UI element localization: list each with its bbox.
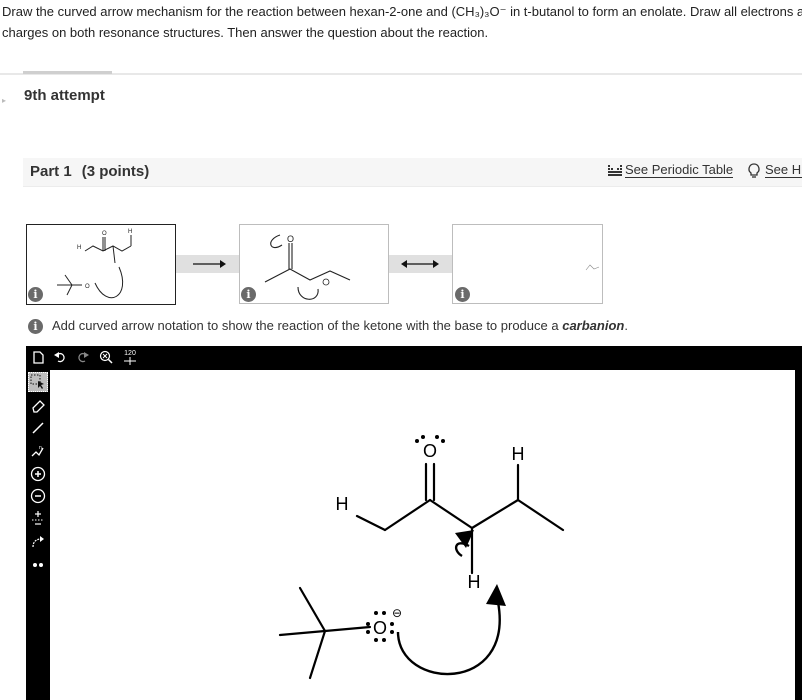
lone-pair-tool[interactable] — [28, 555, 48, 575]
svg-text:H: H — [128, 229, 132, 235]
step-2-thumbnail: O — [264, 234, 351, 300]
base-arrow-head — [486, 584, 506, 606]
bond-h-c1 — [355, 514, 387, 532]
negative-charge-label: ⊖ — [392, 606, 402, 620]
oxygen-label: O — [423, 441, 437, 461]
attempt-bullet-icon: ▸ — [2, 96, 7, 105]
hydrogen-top-label: H — [512, 444, 525, 464]
resonance-arrow-icon — [401, 260, 439, 268]
step-1-thumbnail: H O H O — [57, 229, 132, 299]
periodic-table-link[interactable]: See Periodic Table — [607, 162, 734, 178]
question-line-2: charges on both resonance structures. Th… — [2, 25, 489, 40]
drawing-canvas[interactable]: O H H H O ⊖ — [50, 368, 795, 700]
part-header: Part 1 (3 points) See Periodic Table See … — [23, 158, 802, 187]
lightbulb-icon — [748, 162, 760, 178]
template-tool[interactable]: 120 — [122, 348, 138, 366]
eraser-tool[interactable] — [28, 395, 48, 415]
svg-text:H: H — [77, 245, 81, 251]
editor-toolbar: 120 — [26, 346, 802, 368]
undo-icon[interactable] — [53, 348, 67, 366]
document-icon[interactable] — [31, 348, 45, 366]
instruction-suffix: . — [624, 318, 628, 333]
attempt-label[interactable]: 9th attempt — [24, 87, 105, 104]
step-3-thumbnail — [585, 264, 600, 271]
part-number: Part 1 — [30, 163, 72, 180]
svg-text:O: O — [287, 234, 294, 244]
svg-text:n: n — [39, 445, 42, 451]
molecule-drawing[interactable]: O H H H O ⊖ — [50, 370, 795, 700]
tbutyl-bond-3 — [308, 629, 327, 680]
charge-tool[interactable] — [28, 509, 48, 529]
forward-arrow-connector — [176, 255, 239, 273]
minus-circle-icon — [30, 488, 46, 504]
negative-charge-tool[interactable] — [28, 486, 48, 506]
mechanism-step-1[interactable]: H O H O — [26, 224, 176, 305]
curved-arrow-tool[interactable] — [28, 532, 48, 552]
step-2-info-icon[interactable]: i — [241, 287, 256, 302]
base-oxygen-label: O — [373, 618, 387, 638]
resonance-arrow-connector — [389, 255, 452, 273]
eraser-icon — [31, 399, 45, 413]
attempt-tab-underline — [23, 71, 112, 74]
ruler-icon — [124, 356, 136, 365]
part-title: Part 1 (3 points) — [30, 163, 149, 180]
svg-text:O: O — [85, 284, 90, 290]
zoom-icon[interactable] — [98, 348, 114, 366]
instruction-text: Add curved arrow notation to show the re… — [52, 318, 628, 333]
bond-tool[interactable] — [28, 418, 48, 438]
periodic-table-icon — [608, 164, 622, 176]
step-1-info-icon[interactable]: i — [28, 287, 43, 302]
positive-charge-tool[interactable] — [28, 464, 48, 484]
instruction-prefix: Add curved arrow notation to show the re… — [52, 318, 563, 333]
base-arrow-curve — [396, 601, 501, 676]
hint-link[interactable]: See Hi — [747, 162, 802, 178]
attempt-divider — [0, 73, 802, 75]
svg-text:O: O — [102, 231, 107, 237]
part-points: (3 points) — [81, 163, 150, 180]
chain-icon: n — [31, 445, 44, 457]
hydrogen-alpha-label: H — [468, 572, 481, 592]
hydrogen-left-label: H — [336, 494, 349, 514]
hint-label: See Hi — [765, 162, 802, 178]
redo-icon[interactable] — [76, 348, 90, 366]
step-3-info-icon[interactable]: i — [455, 287, 470, 302]
plus-circle-icon — [30, 466, 46, 482]
mechanism-step-2[interactable]: O — [239, 224, 389, 304]
single-bond-icon — [32, 422, 44, 434]
bond-c1-c2 — [383, 498, 432, 532]
question-line-1: Draw the curved arrow mechanism for the … — [2, 4, 802, 19]
mechanism-step-3[interactable] — [452, 224, 603, 304]
bond-c4-c5 — [516, 498, 565, 532]
template-label: 120 — [124, 349, 136, 357]
chain-tool[interactable]: n — [28, 441, 48, 461]
selection-arrow-icon — [30, 374, 44, 389]
plus-minus-icon — [32, 511, 44, 525]
question-text: Draw the curved arrow mechanism for the … — [2, 1, 802, 43]
instruction-emphasis: carbanion — [562, 318, 625, 333]
forward-arrow-icon — [193, 260, 226, 268]
curved-arrow-icon — [32, 536, 44, 548]
tbutyl-bond-2 — [298, 586, 327, 633]
bond-c3-c4 — [470, 498, 520, 530]
tbutyl-bond-o — [323, 625, 372, 633]
periodic-table-label: See Periodic Table — [625, 162, 734, 178]
tbutyl-bond-1 — [278, 629, 327, 637]
editor-tool-sidebar: n — [26, 368, 50, 700]
lone-pair-icon — [33, 563, 43, 567]
editor-right-edge — [795, 368, 802, 700]
select-tool[interactable] — [28, 372, 48, 392]
instruction-info-icon[interactable]: i — [28, 319, 43, 334]
bond-c2-c3 — [428, 498, 474, 530]
